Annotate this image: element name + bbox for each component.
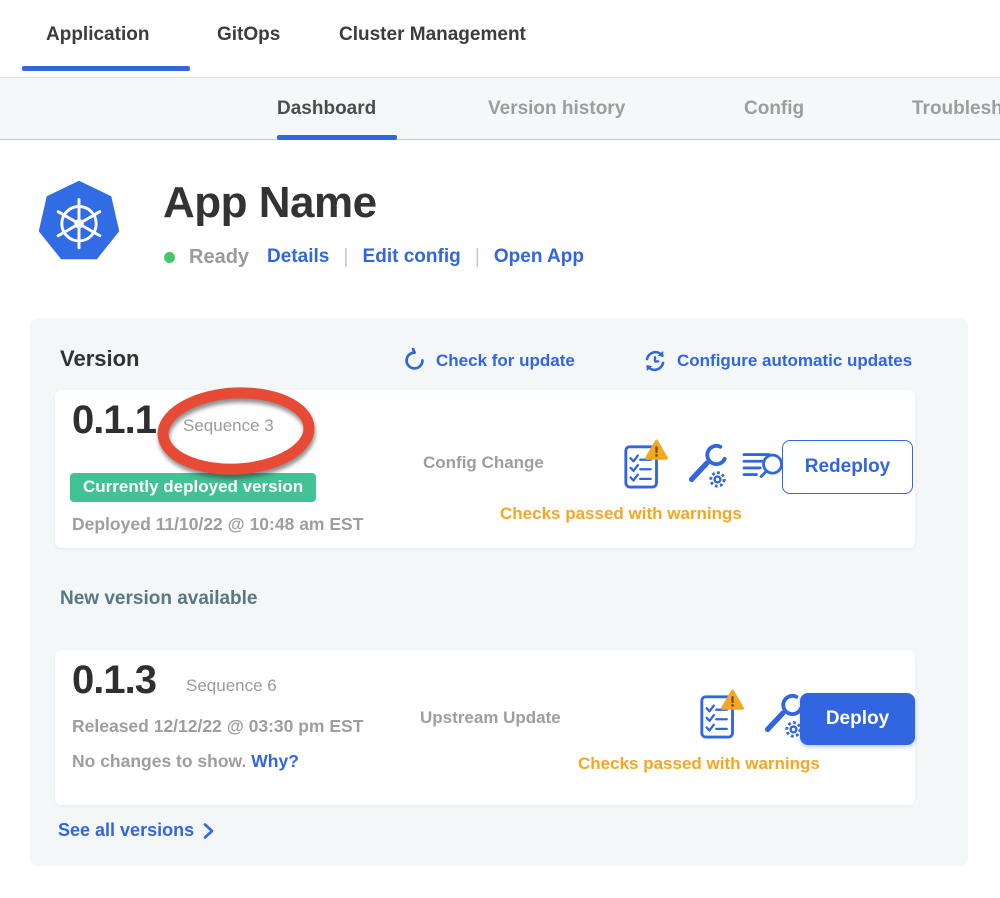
tab-gitops[interactable]: GitOps xyxy=(217,24,280,46)
version-source-label: Config Change xyxy=(423,453,544,473)
deployed-timestamp: Deployed 11/10/22 @ 10:48 am EST xyxy=(72,514,363,535)
version-panel-title: Version xyxy=(60,346,139,372)
version-panel: Version Check for update Configure autom… xyxy=(30,318,968,866)
preflight-checks-icon[interactable] xyxy=(698,688,744,740)
active-subtab-underline xyxy=(277,135,397,140)
diff-summary: No changes to show. Why? xyxy=(72,751,299,772)
see-all-versions-link[interactable]: See all versions xyxy=(58,820,215,841)
auto-update-icon xyxy=(642,348,668,374)
page-title: App Name xyxy=(163,178,377,228)
deploy-button[interactable]: Deploy xyxy=(800,693,915,745)
checks-status-text: Checks passed with warnings xyxy=(500,504,742,524)
new-version-heading: New version available xyxy=(60,588,258,610)
diff-text: No changes to show. xyxy=(72,751,246,771)
available-version-sequence: Sequence 6 xyxy=(186,676,277,696)
edit-config-link[interactable]: Edit config xyxy=(363,246,461,268)
active-tab-underline xyxy=(22,66,190,71)
kubernetes-logo xyxy=(36,179,122,265)
preflight-checks-icon[interactable] xyxy=(622,438,668,490)
tab-application[interactable]: Application xyxy=(46,24,149,46)
view-files-icon[interactable] xyxy=(742,447,786,485)
check-for-update-label: Check for update xyxy=(436,351,575,371)
tab-config[interactable]: Config xyxy=(744,98,804,120)
tab-version-history[interactable]: Version history xyxy=(488,98,625,120)
why-link[interactable]: Why? xyxy=(251,751,299,771)
tab-dashboard[interactable]: Dashboard xyxy=(277,98,376,120)
redeploy-button[interactable]: Redeploy xyxy=(782,440,913,494)
details-link[interactable]: Details xyxy=(267,246,329,268)
status-text: Ready xyxy=(189,246,249,269)
current-version-number: 0.1.1 xyxy=(72,398,156,443)
configure-automatic-updates-link[interactable]: Configure automatic updates xyxy=(642,348,912,374)
top-navigation: Application GitOps Cluster Management xyxy=(0,0,1000,77)
version-check-icons xyxy=(622,438,786,490)
current-version-card: 0.1.1 Sequence 3 Currently deployed vers… xyxy=(55,390,915,548)
see-all-versions-label: See all versions xyxy=(58,820,194,841)
chevron-right-icon xyxy=(202,822,215,840)
tab-cluster-management[interactable]: Cluster Management xyxy=(339,24,526,46)
config-wrench-icon[interactable] xyxy=(681,442,729,490)
configure-automatic-updates-label: Configure automatic updates xyxy=(677,351,912,371)
refresh-icon xyxy=(402,348,427,373)
app-sub-navigation: Dashboard Version history Config Trouble… xyxy=(0,77,1000,140)
available-version-number: 0.1.3 xyxy=(72,658,156,703)
version-check-icons xyxy=(698,688,805,740)
version-source-label: Upstream Update xyxy=(420,708,561,728)
check-for-update-link[interactable]: Check for update xyxy=(402,348,575,373)
checks-status-text: Checks passed with warnings xyxy=(578,754,820,774)
divider: | xyxy=(343,246,348,269)
app-status-row: Ready Details | Edit config | Open App xyxy=(164,243,584,271)
available-version-card: 0.1.3 Sequence 6 Released 12/12/22 @ 03:… xyxy=(55,650,915,805)
deployed-version-badge: Currently deployed version xyxy=(70,473,316,502)
divider: | xyxy=(475,246,480,269)
current-version-sequence: Sequence 3 xyxy=(183,416,274,436)
tab-troubleshoot[interactable]: Troubleshoot xyxy=(912,98,1000,120)
released-timestamp: Released 12/12/22 @ 03:30 pm EST xyxy=(72,716,363,737)
open-app-link[interactable]: Open App xyxy=(494,246,584,268)
config-wrench-icon[interactable] xyxy=(757,692,805,740)
status-dot xyxy=(164,252,175,263)
